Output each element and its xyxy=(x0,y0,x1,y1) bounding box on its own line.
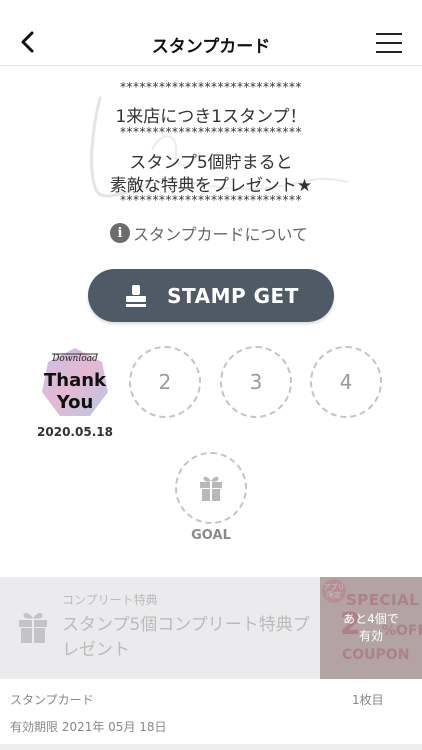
coupon-thumbnail[interactable]: アプリ限定 SPECIAL 2 %OFF COUPON あと4個で 有効 xyxy=(320,577,422,679)
stamp-thank-text: Thank xyxy=(43,370,107,391)
stars-divider: **************************** xyxy=(120,193,302,207)
coupon-remaining-text: あと4個で xyxy=(343,612,399,626)
gift-icon xyxy=(19,613,47,643)
stamp-get-button[interactable]: STAMP GET xyxy=(88,269,334,322)
slot-number: 3 xyxy=(249,370,263,394)
hamburger-menu-icon[interactable] xyxy=(376,33,402,53)
message-line2: スタンプ5個貯まると xyxy=(129,153,293,173)
about-stamp-card-link[interactable]: i スタンプカードについて xyxy=(110,222,308,244)
gift-icon xyxy=(200,476,222,501)
app-header: スタンプカード xyxy=(0,0,422,66)
goal-label: GOAL xyxy=(191,528,231,543)
message-line1: 1来店につき1スタンプ！ xyxy=(115,107,307,127)
card-label: スタンプカード xyxy=(10,693,94,707)
stamp-slot-4: 4 xyxy=(310,346,382,418)
stamp-you-text: You xyxy=(56,392,94,413)
complete-reward-caption: コンプリート特典 xyxy=(62,593,158,607)
coupon-locked-overlay: あと4個で 有効 xyxy=(320,577,422,679)
stars-divider: **************************** xyxy=(120,125,302,139)
stars-divider: **************************** xyxy=(120,80,302,94)
page-title: スタンプカード xyxy=(151,37,271,57)
slot-number: 4 xyxy=(339,370,353,394)
info-icon: i xyxy=(110,223,130,243)
stamp-slot-3: 3 xyxy=(220,346,292,418)
stamp-icon xyxy=(126,284,147,307)
coupon-valid-text: 有効 xyxy=(358,629,383,643)
stamp-download-text: Download xyxy=(52,354,98,364)
about-label: スタンプカードについて xyxy=(133,225,309,244)
card-count: 1枚目 xyxy=(352,693,384,707)
complete-reward-title: スタンプ5個コンプリート特典プレゼント xyxy=(62,615,310,660)
stamp-date: 2020.05.18 xyxy=(37,425,113,439)
stamp-get-label: STAMP GET xyxy=(167,283,299,308)
slot-number: 2 xyxy=(158,370,172,394)
bottom-divider xyxy=(0,744,422,750)
stamp-slot-2: 2 xyxy=(129,346,201,418)
stamp-slot-goal xyxy=(175,452,247,524)
expiry-date: 有効期限 2021年 05月 18日 xyxy=(10,720,167,734)
